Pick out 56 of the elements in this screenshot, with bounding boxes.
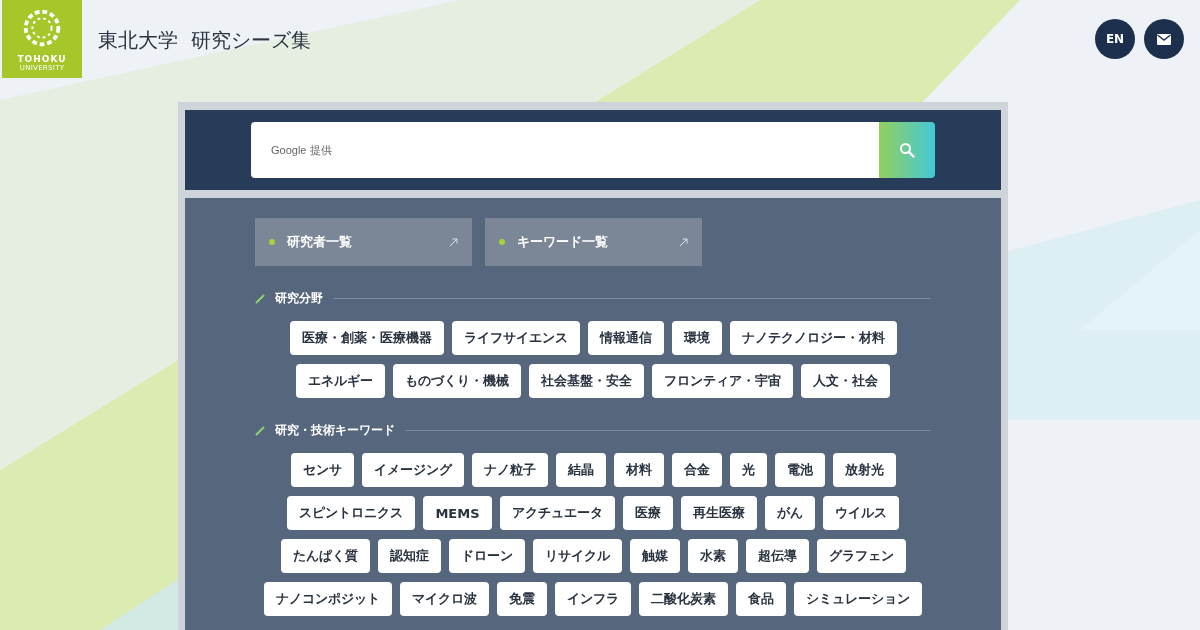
tag-link[interactable]: 合金 xyxy=(671,453,722,487)
tag-link[interactable]: インフラ xyxy=(555,582,631,616)
tag-link[interactable]: 水素 xyxy=(687,539,738,573)
tag-link[interactable]: 光 xyxy=(729,453,767,487)
tag-link[interactable]: 触媒 xyxy=(629,539,680,573)
tag-link[interactable]: センサ xyxy=(290,453,354,487)
section-heading: 研究分野 xyxy=(275,290,323,307)
section-heading: 研究・技術キーワード xyxy=(275,422,395,439)
tag-link[interactable]: 環境 xyxy=(671,321,722,355)
tag-link[interactable]: リサイクル xyxy=(532,539,622,573)
tag-link[interactable]: アクチュエータ xyxy=(499,496,615,530)
list-link[interactable]: キーワード一覧 xyxy=(485,218,702,266)
search-field[interactable]: Google 提供 xyxy=(251,122,879,178)
tag-link[interactable]: ライフサイエンス xyxy=(451,321,580,355)
tag-link[interactable]: 医療・創薬・医療機器 xyxy=(289,321,444,355)
tag-link[interactable]: 超伝導 xyxy=(745,539,809,573)
tag-link[interactable]: マイクロ波 xyxy=(400,582,489,616)
arrow-icon xyxy=(679,237,688,247)
tag-link[interactable]: 情報通信 xyxy=(587,321,664,355)
tag-link[interactable]: 社会基盤・安全 xyxy=(529,364,644,398)
tag-link[interactable]: MEMS xyxy=(423,496,492,530)
arrow-icon xyxy=(449,237,458,247)
tag-link[interactable]: 人文・社会 xyxy=(801,364,890,398)
tag-link[interactable]: がん xyxy=(764,496,815,530)
tag-link[interactable]: 結晶 xyxy=(555,453,606,487)
tag-link[interactable]: ナノテクノロジー・材料 xyxy=(729,321,897,355)
tag-link[interactable]: 免震 xyxy=(497,582,547,616)
tag-link[interactable]: スピントロニクス xyxy=(287,496,416,530)
tag-link[interactable]: ナノコンポジット xyxy=(264,582,392,616)
tag-link[interactable]: 材料 xyxy=(613,453,664,487)
logo-text: TOHOKU xyxy=(17,54,67,64)
slash-icon xyxy=(255,425,265,436)
tag-link[interactable]: 認知症 xyxy=(377,539,441,573)
tag-link[interactable]: ドローン xyxy=(448,539,525,573)
tag-link[interactable]: シミュレーション xyxy=(794,582,922,616)
mail-button[interactable] xyxy=(1144,19,1184,59)
list-link[interactable]: 研究者一覧 xyxy=(255,218,472,266)
tag-link[interactable]: ものづくり・機械 xyxy=(393,364,521,398)
tag-link[interactable]: グラフェン xyxy=(816,539,906,573)
tag-link[interactable]: 放射光 xyxy=(832,453,896,487)
search-icon xyxy=(899,142,915,158)
tag-link[interactable]: エネルギー xyxy=(296,364,385,398)
tag-link[interactable]: 食品 xyxy=(736,582,786,616)
slash-icon xyxy=(255,293,265,304)
tag-link[interactable]: 医療 xyxy=(622,496,673,530)
mail-icon xyxy=(1157,33,1171,45)
tag-link[interactable]: フロンティア・宇宙 xyxy=(652,364,793,398)
tag-link[interactable]: ウイルス xyxy=(822,496,899,530)
tag-link[interactable]: 電池 xyxy=(774,453,825,487)
tag-link[interactable]: 再生医療 xyxy=(680,496,757,530)
language-button[interactable]: EN xyxy=(1095,19,1135,59)
tag-link[interactable]: 二酸化炭素 xyxy=(639,582,728,616)
site-title: 東北大学 研究シーズ集 xyxy=(98,27,311,54)
tag-link[interactable]: たんぱく質 xyxy=(280,539,370,573)
tag-link[interactable]: ナノ粒子 xyxy=(471,453,548,487)
tag-link[interactable]: イメージング xyxy=(361,453,464,487)
